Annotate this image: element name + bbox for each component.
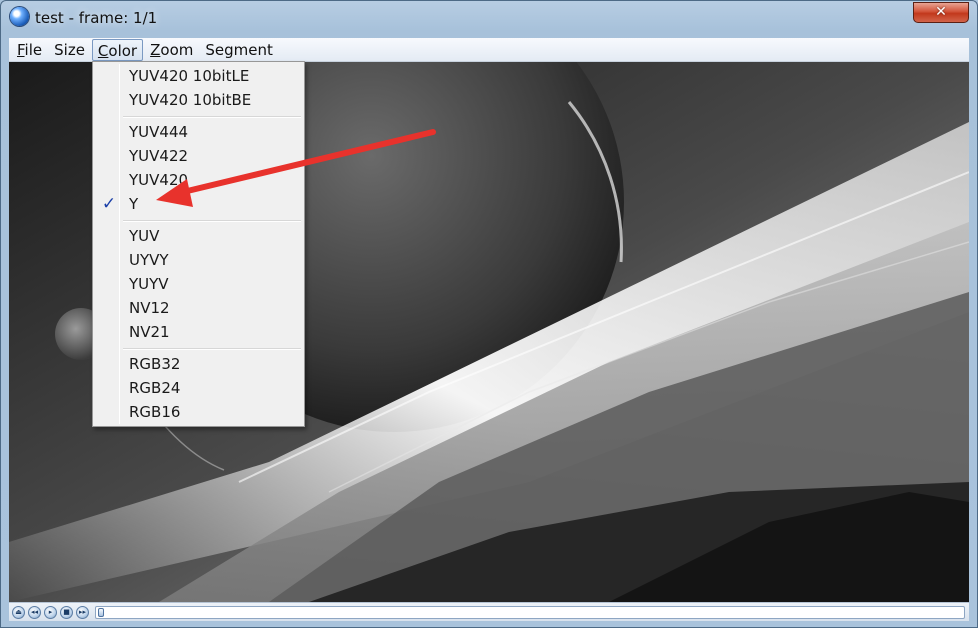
eject-icon[interactable]: ⏏ — [12, 606, 25, 619]
menu-bar: File Size Color Zoom Segment — [9, 38, 969, 62]
menu-option-nv12[interactable]: NV12 — [93, 296, 304, 320]
menu-color[interactable]: Color — [91, 38, 144, 61]
close-button[interactable]: ✕ — [913, 2, 969, 23]
window-title: test - frame: 1/1 — [35, 9, 158, 27]
rewind-icon[interactable]: ◂◂ — [28, 606, 41, 619]
menu-size[interactable]: Size — [49, 39, 90, 61]
menu-separator — [123, 116, 301, 118]
app-globe-icon — [10, 7, 29, 26]
menu-segment[interactable]: Segment — [200, 39, 278, 61]
menu-option-rgb16[interactable]: RGB16 — [93, 400, 304, 424]
menu-option-rgb24[interactable]: RGB24 — [93, 376, 304, 400]
menu-file[interactable]: File — [12, 39, 47, 61]
menu-option-yuv420-10bitbe[interactable]: YUV420 10bitBE — [93, 88, 304, 112]
menu-option-yuv444[interactable]: YUV444 — [93, 120, 304, 144]
menu-option-yuv420[interactable]: YUV420 — [93, 168, 304, 192]
seek-bar[interactable] — [95, 606, 965, 619]
playback-control-bar: ⏏ ◂◂ ▸ ■ ▸▸ — [9, 602, 969, 621]
seek-thumb[interactable] — [98, 608, 104, 617]
menu-separator — [123, 348, 301, 350]
menu-zoom[interactable]: Zoom — [145, 39, 198, 61]
menu-option-y[interactable]: ✓ Y — [93, 192, 304, 216]
menu-separator — [123, 220, 301, 222]
menu-option-label: Y — [129, 195, 139, 213]
stop-icon[interactable]: ■ — [60, 606, 73, 619]
play-icon[interactable]: ▸ — [44, 606, 57, 619]
menu-option-yuv420-10bitle[interactable]: YUV420 10bitLE — [93, 64, 304, 88]
menu-option-rgb32[interactable]: RGB32 — [93, 352, 304, 376]
color-dropdown-menu: YUV420 10bitLE YUV420 10bitBE YUV444 YUV… — [92, 61, 305, 427]
menu-option-uyvy[interactable]: UYVY — [93, 248, 304, 272]
menu-option-yuv[interactable]: YUV — [93, 224, 304, 248]
checkmark-icon: ✓ — [101, 194, 117, 214]
menu-option-yuyv[interactable]: YUYV — [93, 272, 304, 296]
menu-option-nv21[interactable]: NV21 — [93, 320, 304, 344]
title-bar[interactable]: test - frame: 1/1 ✕ — [1, 1, 977, 37]
menu-option-yuv422[interactable]: YUV422 — [93, 144, 304, 168]
fast-forward-icon[interactable]: ▸▸ — [76, 606, 89, 619]
app-window: test - frame: 1/1 ✕ File Size Color Zoom… — [0, 0, 978, 628]
